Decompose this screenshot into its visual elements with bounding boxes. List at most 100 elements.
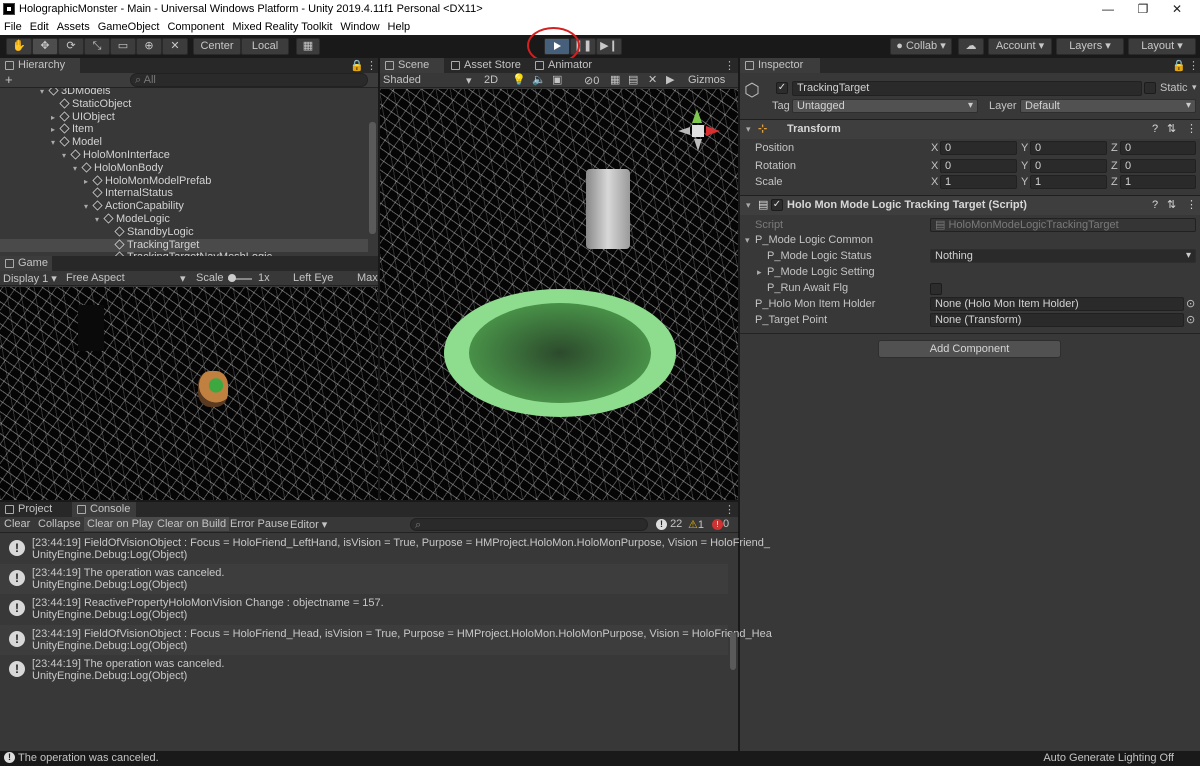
tab-inspector[interactable]: Inspector [740, 58, 820, 73]
aspect-dropdown[interactable]: Free Aspect [66, 272, 125, 284]
foldout-arrow-icon[interactable]: ▾ [95, 213, 104, 226]
script-enabled-checkbox[interactable]: ✓ [771, 199, 783, 211]
gizmo-x-axis[interactable] [706, 126, 720, 136]
display-dropdown[interactable]: Display 1 ▾ [3, 272, 57, 285]
lock-icon[interactable]: 🔒 [1172, 59, 1186, 72]
hierarchy-item[interactable]: StandbyLogic [0, 226, 368, 239]
custom-tool-icon[interactable]: ✕ [162, 38, 188, 55]
tools-icon[interactable]: ✕ [648, 73, 657, 86]
hidden-objects-toggle[interactable]: ⊘0 [584, 74, 599, 87]
lighting-toggle-icon[interactable]: 💡 [512, 73, 526, 86]
scene-orientation-gizmo[interactable] [676, 109, 722, 155]
panel-menu-icon[interactable]: ⋮ [724, 59, 735, 72]
scale-tool-icon[interactable]: ⤡ [84, 38, 110, 55]
target-point-field[interactable]: None (Transform) [930, 313, 1184, 327]
run-await-flg-checkbox[interactable] [930, 283, 942, 295]
step-button[interactable]: ▶❙ [596, 38, 622, 55]
foldout-arrow-icon[interactable]: ▾ [62, 149, 71, 162]
object-name-field[interactable]: TrackingTarget [792, 81, 1142, 96]
scene-viewport[interactable] [380, 89, 738, 500]
hierarchy-item[interactable]: StaticObject [0, 98, 368, 111]
tab-project[interactable]: Project [0, 502, 72, 517]
menu-window[interactable]: Window [336, 19, 383, 33]
menu-component[interactable]: Component [163, 19, 228, 33]
hierarchy-item[interactable]: ▾ Model [0, 136, 368, 149]
tab-animator[interactable]: Animator [530, 58, 606, 73]
layout-dropdown[interactable]: Layout ▾ [1128, 38, 1196, 55]
position-z-field[interactable]: 0 [1120, 141, 1196, 155]
mode-logic-status-dropdown[interactable]: Nothing [930, 249, 1196, 263]
console-log-entry[interactable]: ! [23:44:19] FieldOfVisionObject : Focus … [0, 534, 770, 564]
camera-settings-icon[interactable]: ▤ [628, 73, 638, 86]
hierarchy-item[interactable]: ▾ HoloMonBody [0, 162, 368, 175]
shading-chevron-icon[interactable]: ▾ [466, 74, 472, 87]
editor-dropdown[interactable]: Editor ▾ [290, 518, 327, 531]
console-log-entry[interactable]: ! [23:44:19] The operation was canceled. U… [0, 564, 728, 595]
gizmo-neg-y[interactable] [694, 139, 702, 151]
clear-on-play-toggle[interactable]: Clear on Play [84, 517, 157, 531]
panel-menu-icon[interactable]: ⋮ [366, 59, 377, 72]
transform-tool-icon[interactable]: ⊕ [136, 38, 162, 55]
menu-edit[interactable]: Edit [26, 19, 53, 33]
hierarchy-item[interactable]: ▾ ActionCapability [0, 200, 368, 213]
foldout-arrow-icon[interactable]: ▾ [745, 235, 750, 246]
aspect-chevron-icon[interactable]: ▾ [180, 272, 186, 285]
maximize-on-play-toggle[interactable]: Max [357, 272, 378, 284]
script-component-header[interactable]: ▾ ▤ ✓ Holo Mon Mode Logic Tracking Targe… [740, 195, 1200, 215]
status-message[interactable]: The operation was canceled. [18, 752, 159, 764]
collab-dropdown[interactable]: ● Collab ▾ [890, 38, 952, 55]
camera-icon[interactable]: ▶ [666, 73, 674, 86]
help-icon[interactable]: ? [1152, 120, 1158, 139]
hand-tool-icon[interactable]: ✋ [6, 38, 32, 55]
account-dropdown[interactable]: Account ▾ [988, 38, 1052, 55]
grid-toggle-icon[interactable]: ▦ [610, 73, 620, 86]
game-viewport[interactable] [0, 287, 378, 500]
close-button[interactable]: ✕ [1154, 0, 1200, 19]
info-filter-toggle[interactable]: ! 0 [712, 518, 729, 530]
console-scrollbar[interactable] [730, 632, 736, 670]
component-menu-icon[interactable]: ⋮ [1186, 120, 1197, 139]
foldout-arrow-icon[interactable]: ▾ [746, 196, 751, 215]
rotation-y-field[interactable]: 0 [1030, 159, 1107, 173]
menu-assets[interactable]: Assets [53, 19, 94, 33]
console-log-entry[interactable]: ! [23:44:19] The operation was canceled. U… [0, 655, 728, 685]
error-filter-toggle[interactable]: ! 22 [656, 518, 682, 530]
collapse-toggle[interactable]: Collapse [38, 518, 81, 530]
add-component-button[interactable]: Add Component [878, 340, 1061, 358]
scale-z-field[interactable]: 1 [1120, 175, 1196, 189]
menu-file[interactable]: File [0, 19, 26, 33]
object-picker-icon[interactable]: ⊙ [1186, 313, 1195, 326]
gizmos-dropdown[interactable]: Gizmos [688, 74, 725, 86]
hierarchy-item[interactable]: ▸ Item [0, 123, 368, 136]
toggle-2d-button[interactable]: 2D [484, 74, 498, 86]
tag-dropdown[interactable]: Untagged [792, 99, 978, 113]
hierarchy-item[interactable]: ▸ UIObject [0, 111, 368, 124]
menu-mixed-reality-toolkit[interactable]: Mixed Reality Toolkit [228, 19, 336, 33]
lighting-status[interactable]: Auto Generate Lighting Off [1043, 752, 1174, 764]
position-x-field[interactable]: 0 [940, 141, 1017, 155]
panel-menu-icon[interactable]: ⋮ [1188, 59, 1199, 72]
foldout-arrow-icon[interactable]: ▾ [51, 136, 60, 149]
preset-icon[interactable]: ⇅ [1167, 120, 1176, 139]
preset-icon[interactable]: ⇅ [1167, 196, 1176, 215]
foldout-arrow-icon[interactable]: ▸ [51, 123, 60, 136]
foldout-arrow-icon[interactable]: ▾ [73, 162, 82, 175]
audio-toggle-icon[interactable]: 🔈 [532, 73, 546, 86]
menu-help[interactable]: Help [384, 19, 415, 33]
error-pause-toggle[interactable]: Error Pause [230, 518, 289, 530]
effects-toggle-icon[interactable]: ▣ [552, 73, 562, 86]
rotate-tool-icon[interactable]: ⟳ [58, 38, 84, 55]
position-y-field[interactable]: 0 [1030, 141, 1107, 155]
hierarchy-item[interactable]: InternalStatus [0, 187, 368, 200]
scale-slider-thumb[interactable] [228, 274, 236, 282]
active-checkbox[interactable]: ✓ [776, 82, 788, 94]
panel-menu-icon[interactable]: ⋮ [724, 503, 735, 516]
clear-button[interactable]: Clear [4, 518, 30, 530]
move-tool-icon[interactable]: ✥ [32, 38, 58, 55]
hierarchy-search-input[interactable]: ⌕ All [130, 73, 368, 87]
hierarchy-item[interactable]: TrackingTarget [0, 238, 368, 252]
object-picker-icon[interactable]: ⊙ [1186, 297, 1195, 310]
static-chevron-icon[interactable]: ▾ [1192, 82, 1197, 93]
gizmo-center[interactable] [692, 125, 704, 137]
gizmo-neg-x[interactable] [678, 127, 690, 135]
